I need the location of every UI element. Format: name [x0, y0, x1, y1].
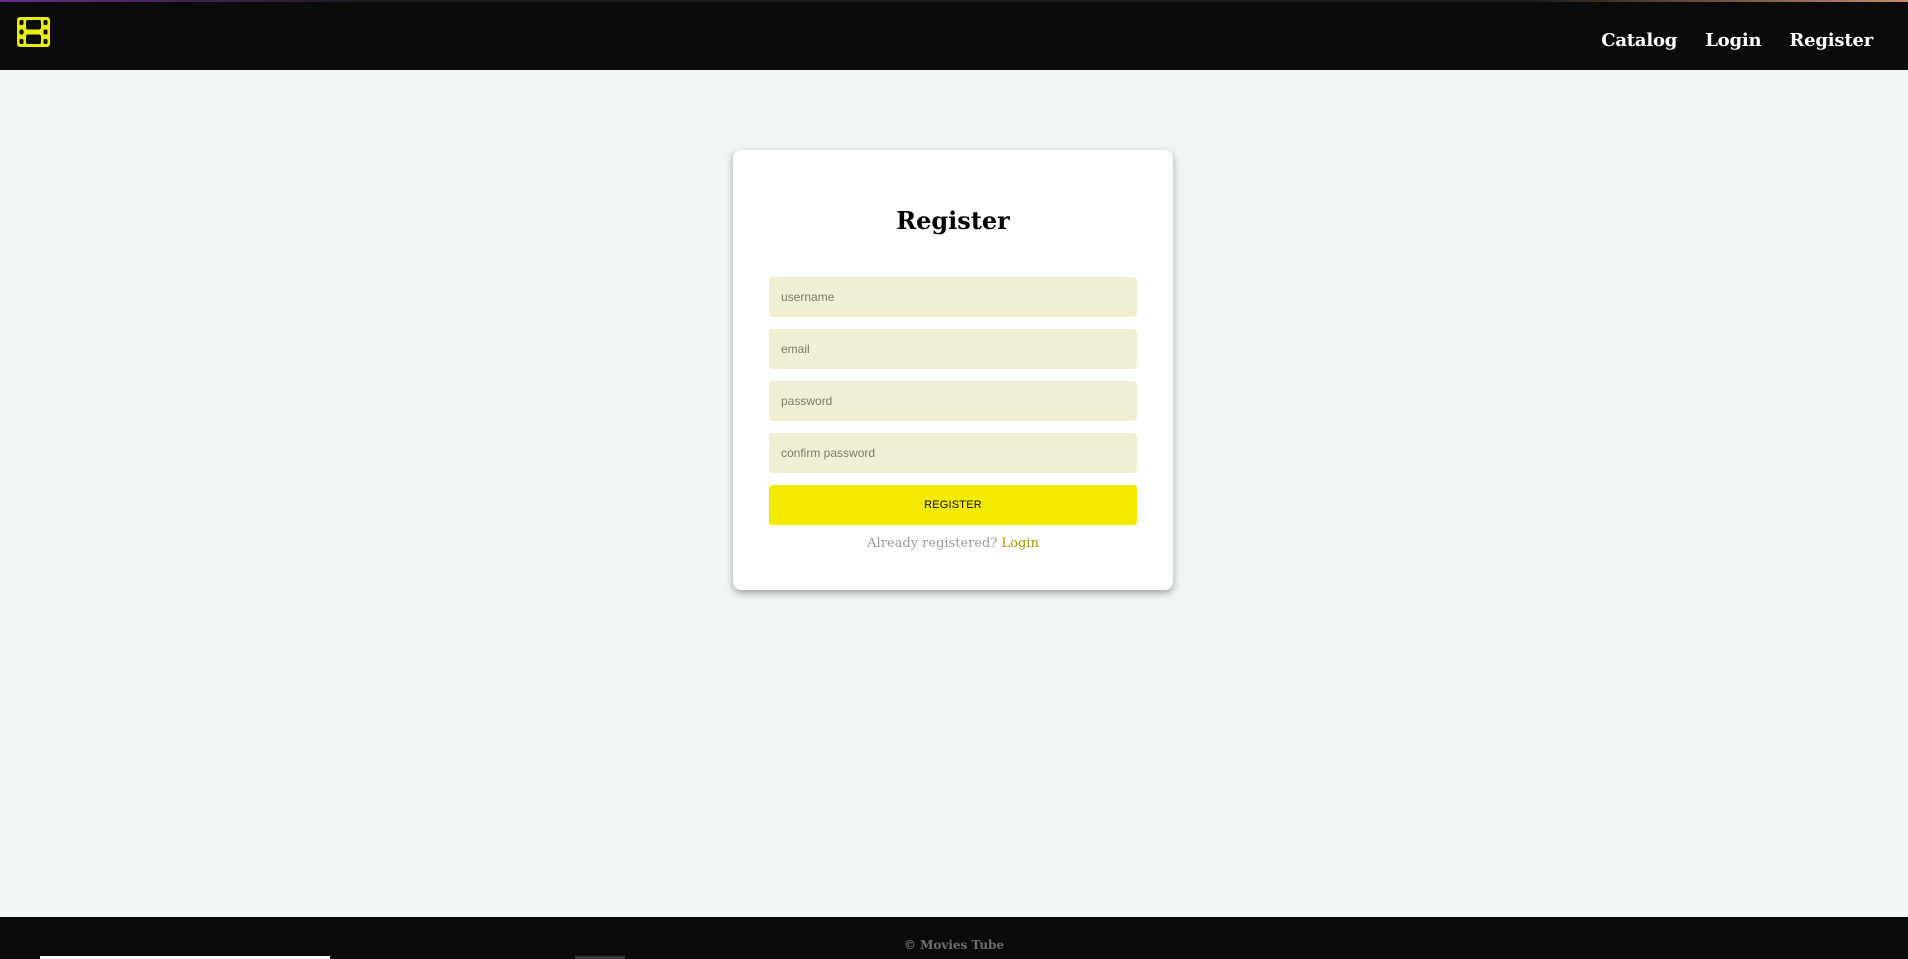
top-navbar: Catalog Login Register: [0, 0, 1908, 70]
password-input[interactable]: [769, 381, 1137, 421]
nav-catalog-link[interactable]: Catalog: [1601, 30, 1677, 51]
register-button[interactable]: REGISTER: [769, 485, 1137, 525]
already-registered-label: Already registered?: [867, 536, 998, 551]
username-input[interactable]: [769, 277, 1137, 317]
register-title: Register: [896, 206, 1010, 235]
main-nav: Catalog Login Register: [1601, 30, 1873, 51]
nav-login-link[interactable]: Login: [1705, 30, 1761, 51]
nav-register-link[interactable]: Register: [1789, 30, 1873, 51]
already-registered-text: Already registered? Login: [733, 536, 1173, 551]
top-accent-bar: [0, 0, 1908, 2]
footer: © Movies Tube: [0, 917, 1908, 959]
email-input[interactable]: [769, 329, 1137, 369]
register-card: Register REGISTER Already registered? Lo…: [733, 150, 1173, 590]
footer-copyright: © Movies Tube: [903, 938, 1005, 952]
login-link[interactable]: Login: [1002, 536, 1039, 551]
confirm-password-input[interactable]: [769, 433, 1137, 473]
film-icon[interactable]: [17, 17, 50, 47]
